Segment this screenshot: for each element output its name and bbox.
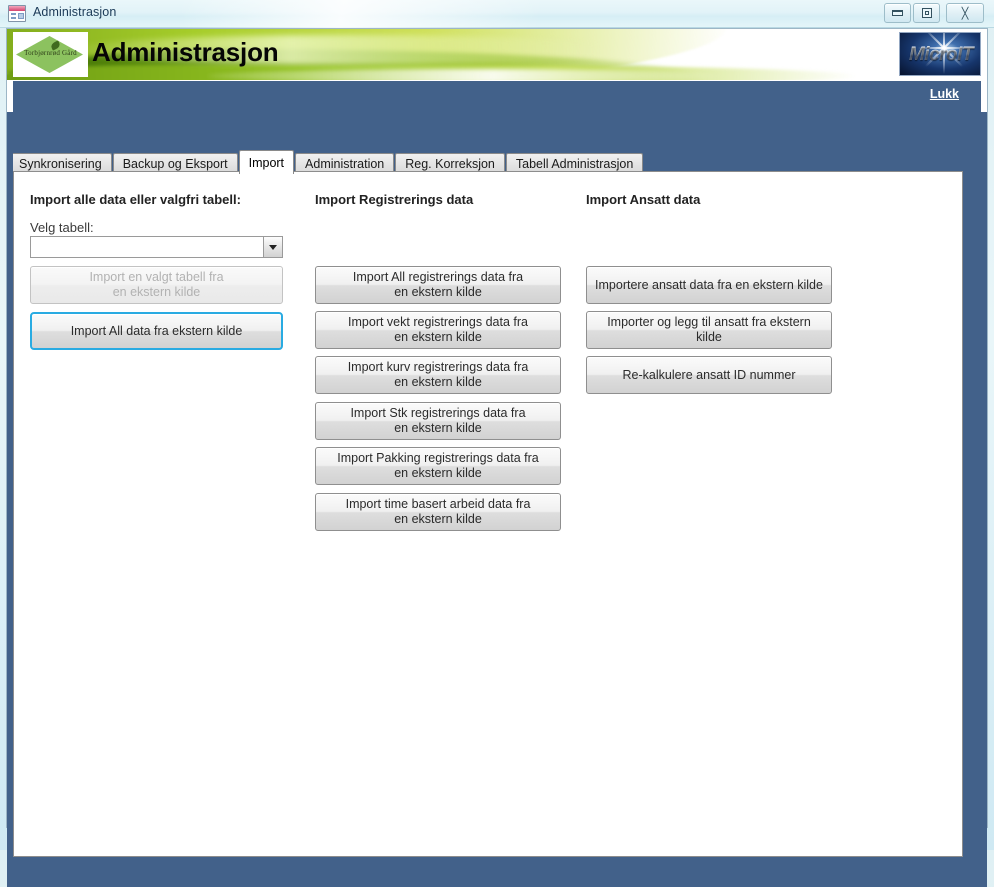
left-column-title: Import alle data eller valgfri tabell: <box>30 192 241 207</box>
table-select-combobox[interactable] <box>30 236 283 258</box>
import-weight-registrations-button[interactable]: Import vekt registrerings data fra en ek… <box>315 311 561 349</box>
import-hourly-work-button[interactable]: Import time basert arbeid data fra en ek… <box>315 493 561 531</box>
import-employee-data-button[interactable]: Importere ansatt data fra en ekstern kil… <box>586 266 832 304</box>
window-titlebar: Administrasjon ╳ <box>0 0 994 28</box>
access-form-icon <box>8 5 26 22</box>
close-icon: ╳ <box>961 7 969 20</box>
restore-button[interactable] <box>913 3 940 23</box>
panel-right-edge <box>963 112 987 857</box>
close-link[interactable]: Lukk <box>930 87 959 101</box>
import-selected-table-button: Import en valgt tabell fra en ekstern ki… <box>30 266 283 304</box>
tab-import[interactable]: Import <box>238 150 295 174</box>
minimize-button[interactable] <box>884 3 911 23</box>
application-window: Administrasjon ╳ Torbjørnrød Gård Admini… <box>0 0 994 887</box>
import-stk-registrations-button[interactable]: Import Stk registrerings data fra en eks… <box>315 402 561 440</box>
import-all-data-button[interactable]: Import All data fra ekstern kilde <box>30 312 283 350</box>
farm-logo-label: Torbjørnrød Gård <box>24 49 77 57</box>
tab-strip: Synkronisering Backup og Eksport Import Adm… <box>7 112 987 180</box>
table-select-value <box>31 237 263 257</box>
chevron-down-icon[interactable] <box>263 237 282 257</box>
tab-panel-import: Import alle data eller valgfri tabell: V… <box>13 171 963 857</box>
panel-bottom-bar <box>7 857 987 887</box>
import-basket-registrations-button[interactable]: Import kurv registrerings data fra en ek… <box>315 356 561 394</box>
header-banner: Torbjørnrød Gård Administrasjon MicroIT <box>7 29 987 80</box>
farm-logo: Torbjørnrød Gård <box>13 32 88 77</box>
middle-column-title: Import Registrerings data <box>315 192 474 207</box>
vendor-logo: MicroIT <box>899 32 981 76</box>
right-column-title: Import Ansatt data <box>586 192 701 207</box>
import-packing-registrations-button[interactable]: Import Pakking registrerings data fra en… <box>315 447 561 485</box>
import-append-employee-button[interactable]: Importer og legg til ansatt fra ekstern … <box>586 311 832 349</box>
import-all-registrations-button[interactable]: Import All registrerings data fra en eks… <box>315 266 561 304</box>
window-title: Administrasjon <box>33 5 117 19</box>
page-title: Administrasjon <box>92 37 279 67</box>
banner-swoosh-5 <box>207 69 727 80</box>
close-button[interactable]: ╳ <box>946 3 984 23</box>
app-body: Torbjørnrød Gård Administrasjon MicroIT … <box>6 28 988 887</box>
command-bar: Lukk <box>13 81 981 112</box>
vendor-logo-label: MicroIT <box>900 44 980 66</box>
velg-tabell-label: Velg tabell: <box>30 220 94 235</box>
recalculate-employee-id-button[interactable]: Re-kalkulere ansatt ID nummer <box>586 356 832 394</box>
